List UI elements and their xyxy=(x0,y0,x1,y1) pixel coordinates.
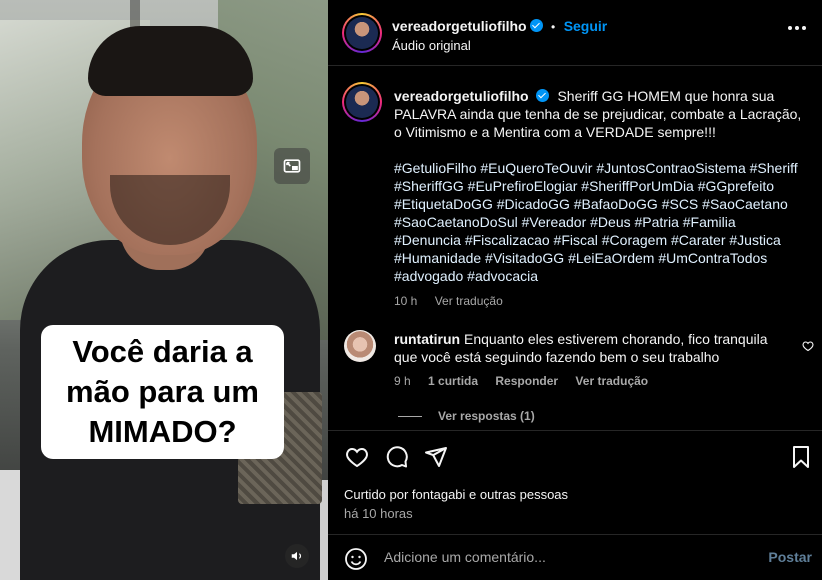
speaker-icon xyxy=(291,551,302,561)
post-actions xyxy=(328,432,822,480)
comment-username[interactable]: runtatirun xyxy=(394,331,460,347)
emoji-icon xyxy=(345,548,367,570)
picture-in-picture-icon xyxy=(283,159,301,173)
commenter-avatar[interactable] xyxy=(344,330,376,362)
audio-label[interactable]: Áudio original xyxy=(392,38,471,53)
comment-input[interactable] xyxy=(384,549,744,565)
caption-translate-link[interactable]: Ver tradução xyxy=(435,294,503,308)
header-username[interactable]: vereadorgetuliofilho xyxy=(392,18,527,34)
comment-item: runtatirun Enquanto eles estiverem chora… xyxy=(394,330,794,390)
comment-reply-button[interactable]: Responder xyxy=(495,374,558,388)
picture-in-picture-button[interactable] xyxy=(274,148,310,184)
caption-meta: 10 h Ver tradução xyxy=(394,292,804,310)
comments-scroll-area[interactable]: vereadorgetuliofilho Sheriff GG HOMEM qu… xyxy=(328,67,822,431)
share-button[interactable] xyxy=(423,444,449,470)
caption-username[interactable]: vereadorgetuliofilho xyxy=(394,88,529,104)
post-header: vereadorgetuliofilho • Seguir Áudio orig… xyxy=(328,0,822,66)
comment-age: 9 h xyxy=(394,374,411,388)
post-comment-button[interactable]: Postar xyxy=(768,549,812,565)
bookmark-icon xyxy=(793,446,809,468)
comment-likes[interactable]: 1 curtida xyxy=(428,374,478,388)
heart-icon xyxy=(346,447,368,468)
comment-like-button[interactable] xyxy=(802,339,814,357)
author-avatar[interactable] xyxy=(342,13,382,53)
like-button[interactable] xyxy=(344,444,370,470)
video-caption-box: Você daria a mão para um MIMADO? xyxy=(41,325,284,459)
verified-badge-icon xyxy=(529,19,543,32)
person-hair xyxy=(88,26,253,96)
comment-translate-link[interactable]: Ver tradução xyxy=(575,374,648,388)
comment-button[interactable] xyxy=(384,444,410,470)
view-replies-button[interactable]: Ver respostas (1) xyxy=(398,409,535,423)
view-replies-label[interactable]: Ver respostas (1) xyxy=(438,409,535,423)
replies-divider xyxy=(398,415,422,417)
caption-hashtags[interactable]: #GetulioFilho #EuQueroTeOuvir #JuntosCon… xyxy=(394,159,804,285)
comment-meta: 9 h 1 curtida Responder Ver tradução xyxy=(394,372,794,390)
post-panel: vereadorgetuliofilho • Seguir Áudio orig… xyxy=(328,0,822,580)
comment-icon xyxy=(386,446,408,468)
liked-by-text[interactable]: Curtido por fontagabi e outras pessoas xyxy=(344,487,568,502)
post-caption: vereadorgetuliofilho Sheriff GG HOMEM qu… xyxy=(394,87,804,310)
reel-video[interactable]: Você daria a mão para um MIMADO? xyxy=(0,0,328,580)
caption-author-avatar[interactable] xyxy=(342,82,382,122)
video-caption-text: Você daria a mão para um MIMADO? xyxy=(66,334,259,449)
add-comment-bar: Postar xyxy=(328,534,822,580)
save-button[interactable] xyxy=(788,444,814,470)
mute-button[interactable] xyxy=(285,544,309,568)
chair-left xyxy=(0,470,20,580)
emoji-button[interactable] xyxy=(344,547,368,576)
caption-age: 10 h xyxy=(394,294,418,308)
post-time[interactable]: há 10 horas xyxy=(344,506,413,521)
heart-icon xyxy=(802,341,814,352)
verified-badge-icon xyxy=(535,89,549,102)
follow-button[interactable]: Seguir xyxy=(564,18,608,34)
header-title-row: vereadorgetuliofilho • Seguir xyxy=(392,18,607,36)
more-options-icon[interactable] xyxy=(788,26,806,30)
paper-plane-icon xyxy=(425,447,447,467)
header-separator: • xyxy=(551,20,556,34)
